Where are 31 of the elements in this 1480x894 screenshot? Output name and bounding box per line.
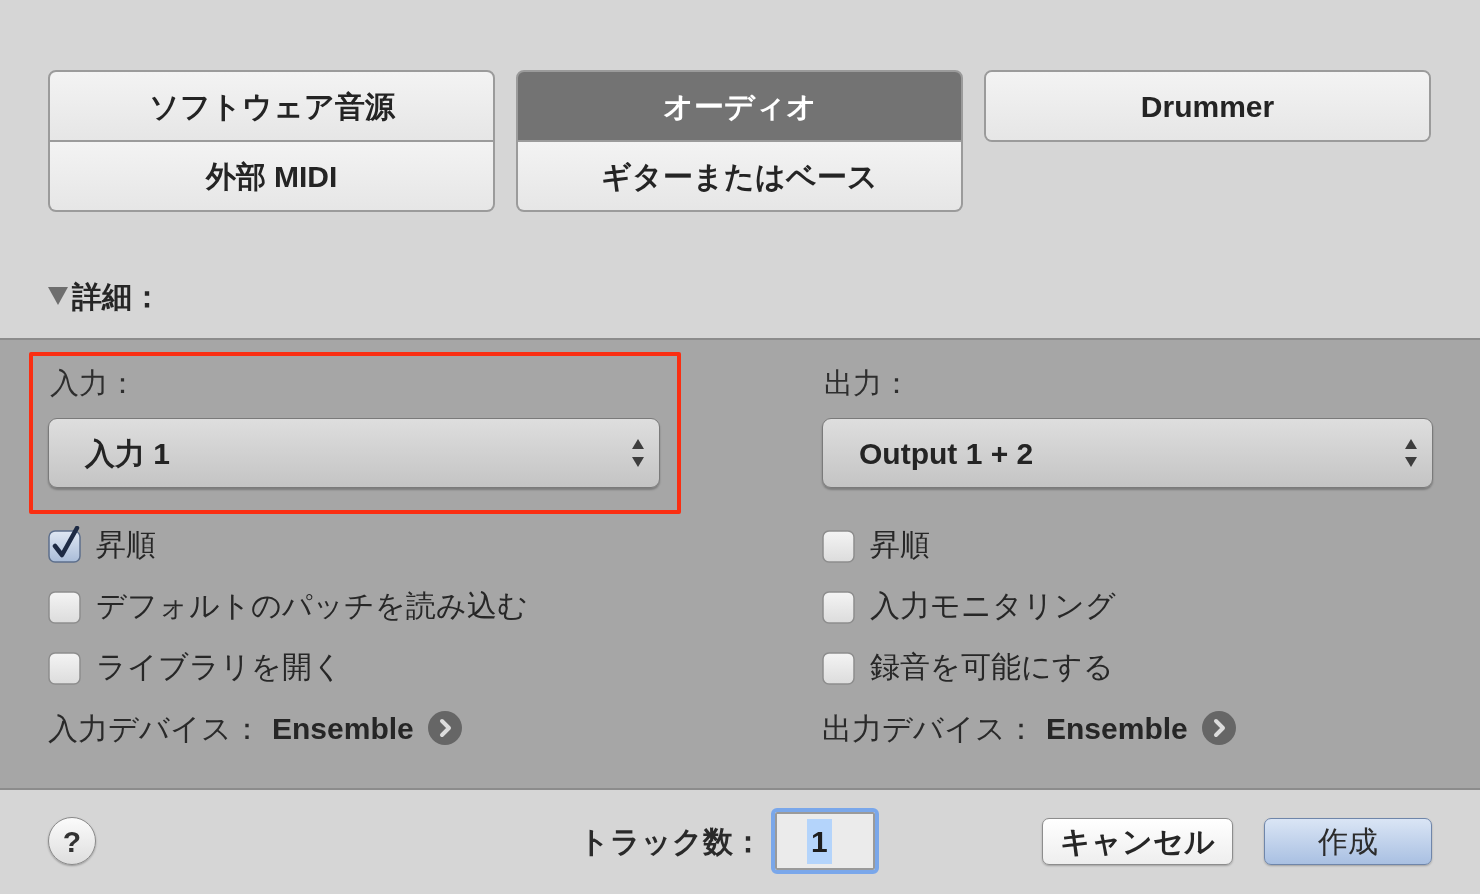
checkbox[interactable] xyxy=(48,525,82,564)
track-type-button[interactable]: ソフトウェア音源 xyxy=(50,72,493,140)
popup-menu[interactable]: Output 1 + 2 xyxy=(822,418,1433,488)
checkbox-label: デフォルトのパッチを読み込む xyxy=(96,588,528,624)
track-type-button[interactable]: 外部 MIDI xyxy=(50,142,493,210)
cancel-button[interactable]: キャンセル xyxy=(1042,817,1233,865)
device-label: 出力デバイス： xyxy=(822,710,1036,747)
track-count-field[interactable]: 1 xyxy=(771,808,879,874)
track-type-button[interactable]: オーディオ xyxy=(518,72,961,140)
checkbox-label: 入力モニタリング xyxy=(870,588,1116,624)
create-button[interactable]: 作成 xyxy=(1264,817,1432,865)
checkbox-label: 昇順 xyxy=(870,527,930,563)
details-disclosure[interactable]: 詳細： xyxy=(48,276,162,316)
checkbox-label: 録音を可能にする xyxy=(870,649,1114,685)
field-label: 入力： xyxy=(49,366,138,401)
field-label: 出力： xyxy=(823,366,912,401)
popup-menu[interactable]: 入力 1 xyxy=(48,418,660,488)
checkbox-label: 昇順 xyxy=(96,527,156,563)
device-name: Ensemble xyxy=(272,710,414,747)
up-down-arrows-icon xyxy=(631,439,645,467)
device-label: 入力デバイス： xyxy=(48,710,262,747)
track-type-button[interactable]: ギターまたはベース xyxy=(518,142,961,210)
up-down-arrows-icon xyxy=(1404,439,1418,467)
disclosure-triangle-icon xyxy=(48,287,68,305)
chevron-circle-icon[interactable] xyxy=(427,711,462,745)
help-button[interactable]: ? xyxy=(48,817,96,865)
device-name: Ensemble xyxy=(1046,710,1188,747)
chevron-circle-icon[interactable] xyxy=(1201,711,1236,745)
checkbox-label: ライブラリを開く xyxy=(96,649,343,685)
track-count-label: トラック数： xyxy=(579,823,763,860)
track-type-button[interactable]: Drummer xyxy=(986,72,1429,140)
